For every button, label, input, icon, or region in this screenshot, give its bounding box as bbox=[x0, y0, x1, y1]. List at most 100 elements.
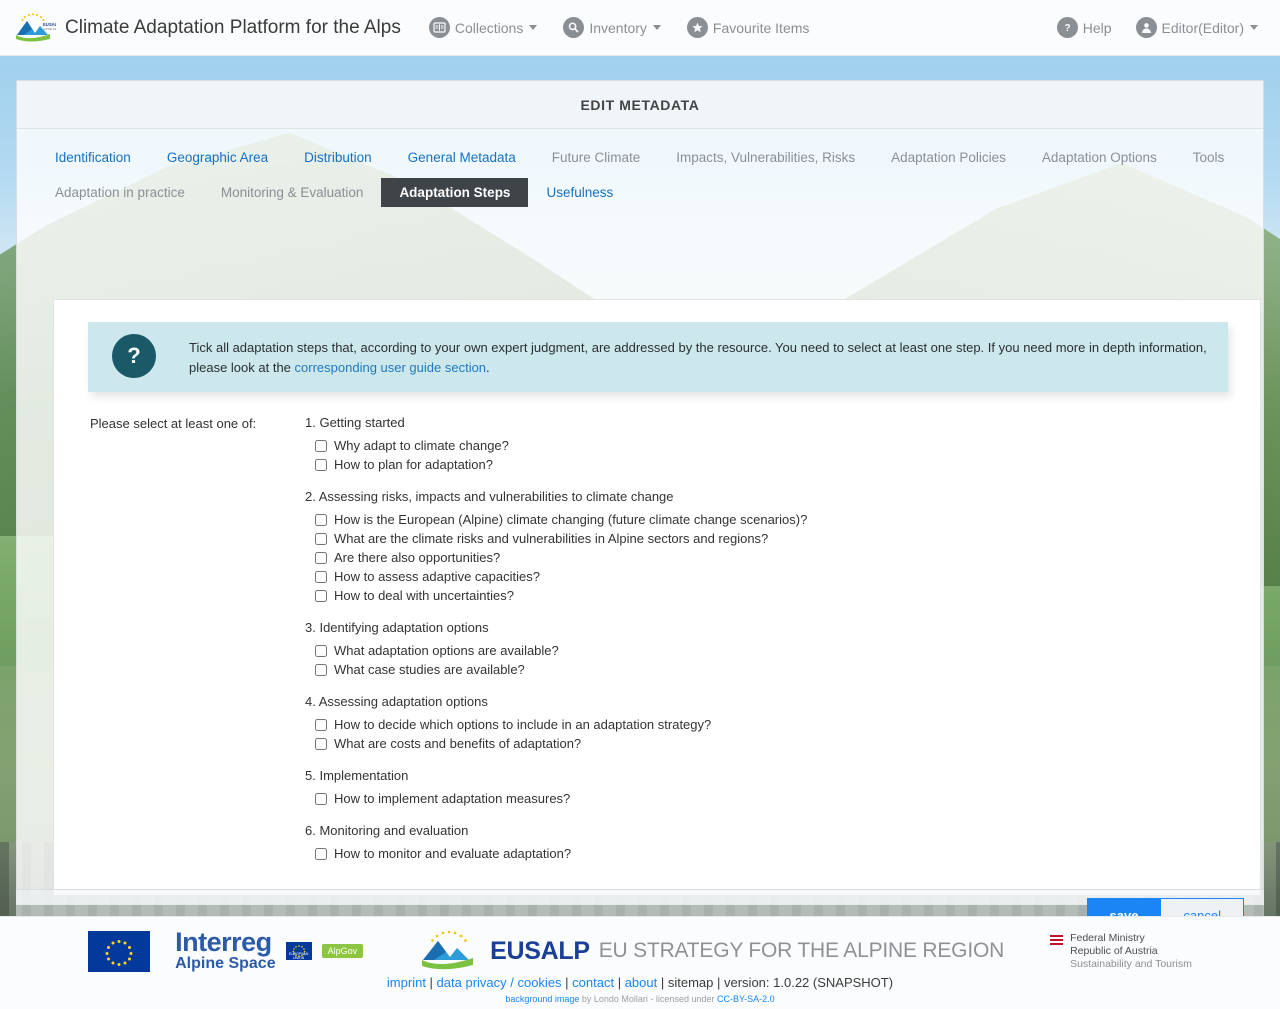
eu-mini-caption: EUROPEAN UNION bbox=[286, 952, 312, 960]
tab-adaptation-options[interactable]: Adaptation Options bbox=[1024, 143, 1175, 172]
eu-mini-flag-icon: EUROPEAN UNION bbox=[286, 942, 312, 960]
checkbox-what-are-the-climate-risks-and-vulnerabilities[interactable] bbox=[315, 533, 327, 545]
checkbox-row[interactable]: How is the European (Alpine) climate cha… bbox=[315, 510, 1260, 529]
step-group-title: 4. Assessing adaptation options bbox=[305, 694, 1260, 709]
checkbox-label[interactable]: How to plan for adaptation? bbox=[334, 457, 493, 472]
credit-link-license[interactable]: CC-BY-SA-2.0 bbox=[717, 994, 775, 1004]
checkbox-how-to-implement-adaptation-measures[interactable] bbox=[315, 793, 327, 805]
tab-identification[interactable]: Identification bbox=[37, 143, 149, 172]
checkbox-how-to-decide-which-options-to-include[interactable] bbox=[315, 719, 327, 731]
checkbox-label[interactable]: What are the climate risks and vulnerabi… bbox=[334, 531, 768, 546]
checkbox-label[interactable]: What case studies are available? bbox=[334, 662, 525, 677]
checkbox-row[interactable]: How to decide which options to include i… bbox=[315, 715, 1260, 734]
checkbox-what-adaptation-options-are-available[interactable] bbox=[315, 645, 327, 657]
nav-item-help[interactable]: ? Help bbox=[1057, 17, 1112, 38]
eu-flag-icon bbox=[88, 931, 150, 972]
checkbox-row[interactable]: What are costs and benefits of adaptatio… bbox=[315, 734, 1260, 753]
checkbox-are-there-also-opportunities[interactable] bbox=[315, 552, 327, 564]
checkbox-label[interactable]: What adaptation options are available? bbox=[334, 643, 559, 658]
background-image-credit: background image by Londo Mollari - lice… bbox=[0, 994, 1280, 1004]
eusalp-wordmark: EUSALP bbox=[490, 937, 590, 966]
separator: | bbox=[426, 975, 437, 990]
tab-monitoring-evaluation[interactable]: Monitoring & Evaluation bbox=[203, 178, 382, 207]
checkbox-label[interactable]: How to monitor and evaluate adaptation? bbox=[334, 846, 571, 861]
user-guide-link[interactable]: corresponding user guide section bbox=[295, 360, 487, 375]
footer-link-imprint[interactable]: imprint bbox=[387, 975, 426, 990]
brand-title: Climate Adaptation Platform for the Alps bbox=[65, 17, 401, 39]
footer-version: version: 1.0.22 (SNAPSHOT) bbox=[724, 975, 893, 990]
checkbox-row[interactable]: What are the climate risks and vulnerabi… bbox=[315, 529, 1260, 548]
checkbox-row[interactable]: How to plan for adaptation? bbox=[315, 455, 1260, 474]
page-title: EDIT METADATA bbox=[17, 81, 1263, 129]
checkbox-how-to-monitor-and-evaluate-adaptation[interactable] bbox=[315, 848, 327, 860]
step-group-title: 5. Implementation bbox=[305, 768, 1260, 783]
tab-general-metadata[interactable]: General Metadata bbox=[390, 143, 534, 172]
checkbox-label[interactable]: How is the European (Alpine) climate cha… bbox=[334, 512, 807, 527]
tab-row-primary: Identification Geographic Area Distribut… bbox=[37, 143, 1243, 172]
separator: | bbox=[614, 975, 625, 990]
checkbox-row[interactable]: What case studies are available? bbox=[315, 660, 1260, 679]
tab-future-climate[interactable]: Future Climate bbox=[534, 143, 659, 172]
nav-label-collections: Collections bbox=[455, 20, 523, 36]
checkbox-row[interactable]: What adaptation options are available? bbox=[315, 641, 1260, 660]
tab-adaptation-policies[interactable]: Adaptation Policies bbox=[873, 143, 1024, 172]
step-group-options: How to monitor and evaluate adaptation? bbox=[315, 844, 1260, 863]
step-group-options: How is the European (Alpine) climate cha… bbox=[315, 510, 1260, 605]
nav-item-inventory[interactable]: Inventory bbox=[563, 17, 661, 38]
footer-link-data-privacy[interactable]: data privacy / cookies bbox=[437, 975, 562, 990]
ministry-line-2: Republic of Austria bbox=[1070, 945, 1192, 958]
checkbox-what-are-costs-and-benefits-of-adaptation[interactable] bbox=[315, 738, 327, 750]
federal-ministry-austria-logo: Federal Ministry Republic of Austria Sus… bbox=[1050, 932, 1192, 971]
tab-impacts-vulnerabilities-risks[interactable]: Impacts, Vulnerabilities, Risks bbox=[658, 143, 873, 172]
checkbox-row[interactable]: How to assess adaptive capacities? bbox=[315, 567, 1260, 586]
checkbox-how-to-assess-adaptive-capacities[interactable] bbox=[315, 571, 327, 583]
checkbox-what-case-studies-are-available[interactable] bbox=[315, 664, 327, 676]
star-icon bbox=[687, 17, 708, 38]
info-banner-text: Tick all adaptation steps that, accordin… bbox=[189, 338, 1210, 378]
book-icon bbox=[429, 17, 450, 38]
checkbox-label[interactable]: How to implement adaptation measures? bbox=[334, 791, 570, 806]
checkbox-row[interactable]: Are there also opportunities? bbox=[315, 548, 1260, 567]
footer-link-contact[interactable]: contact bbox=[572, 975, 614, 990]
checkbox-row[interactable]: How to deal with uncertainties? bbox=[315, 586, 1260, 605]
checkbox-label[interactable]: How to deal with uncertainties? bbox=[334, 588, 514, 603]
chevron-down-icon bbox=[529, 25, 537, 30]
nav-label-help: Help bbox=[1083, 20, 1112, 36]
credit-link-background-image[interactable]: background image bbox=[505, 994, 579, 1004]
checkbox-how-is-the-european-alpine-climate-changing[interactable] bbox=[315, 514, 327, 526]
primary-navigation: Collections Inventory Favourite Items bbox=[429, 17, 810, 38]
checkbox-label[interactable]: What are costs and benefits of adaptatio… bbox=[334, 736, 581, 751]
nav-item-favourite-items[interactable]: Favourite Items bbox=[687, 17, 809, 38]
checkbox-row[interactable]: Why adapt to climate change? bbox=[315, 436, 1260, 455]
nav-item-user-menu[interactable]: Editor(Editor) bbox=[1136, 17, 1258, 38]
search-icon bbox=[563, 17, 584, 38]
checkbox-how-to-plan-for-adaptation[interactable] bbox=[315, 459, 327, 471]
tab-distribution[interactable]: Distribution bbox=[286, 143, 390, 172]
brand[interactable]: EUSALP ALPINE REGION Climate Adaptation … bbox=[14, 13, 401, 43]
tab-adaptation-steps[interactable]: Adaptation Steps bbox=[381, 178, 528, 207]
info-banner: ? Tick all adaptation steps that, accord… bbox=[88, 322, 1228, 392]
nav-label-favourite-items: Favourite Items bbox=[713, 20, 809, 36]
step-group-title: 3. Identifying adaptation options bbox=[305, 620, 1260, 635]
tab-adaptation-in-practice[interactable]: Adaptation in practice bbox=[37, 178, 203, 207]
nav-item-collections[interactable]: Collections bbox=[429, 17, 537, 38]
nav-label-inventory: Inventory bbox=[589, 20, 647, 36]
checkbox-label[interactable]: Why adapt to climate change? bbox=[334, 438, 509, 453]
ministry-line-3: Sustainability and Tourism bbox=[1070, 958, 1192, 971]
checkbox-row[interactable]: How to monitor and evaluate adaptation? bbox=[315, 844, 1260, 863]
checkbox-how-to-deal-with-uncertainties[interactable] bbox=[315, 590, 327, 602]
tab-tools[interactable]: Tools bbox=[1175, 143, 1243, 172]
checkbox-row[interactable]: How to implement adaptation measures? bbox=[315, 789, 1260, 808]
chevron-down-icon bbox=[1250, 25, 1258, 30]
eusalp-tagline: EU STRATEGY FOR THE ALPINE REGION bbox=[599, 939, 1004, 963]
checkbox-why-adapt-to-climate-change[interactable] bbox=[315, 440, 327, 452]
checkbox-label[interactable]: Are there also opportunities? bbox=[334, 550, 500, 565]
footer-link-sitemap[interactable]: sitemap bbox=[668, 975, 714, 990]
tab-row-secondary: Adaptation in practice Monitoring & Eval… bbox=[37, 178, 1243, 207]
tab-usefulness[interactable]: Usefulness bbox=[528, 178, 631, 207]
checkbox-label[interactable]: How to assess adaptive capacities? bbox=[334, 569, 540, 584]
eusalp-logo: EUSALP EU STRATEGY FOR THE ALPINE REGION bbox=[419, 930, 1004, 973]
footer-link-about[interactable]: about bbox=[625, 975, 658, 990]
checkbox-label[interactable]: How to decide which options to include i… bbox=[334, 717, 711, 732]
tab-geographic-area[interactable]: Geographic Area bbox=[149, 143, 286, 172]
